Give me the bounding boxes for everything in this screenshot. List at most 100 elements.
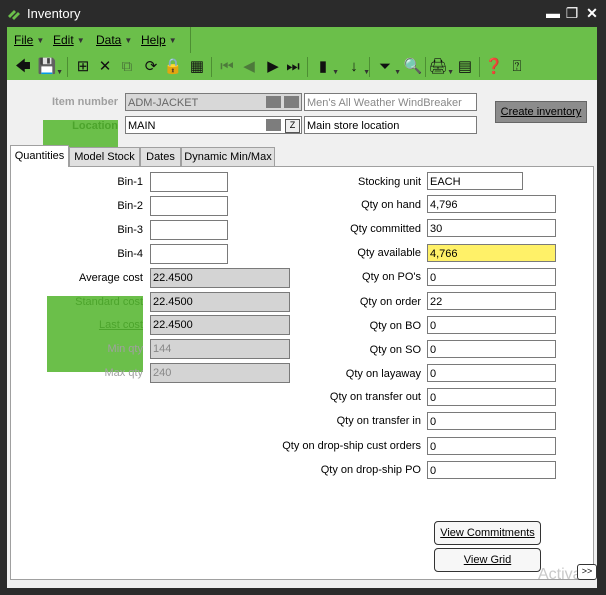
print-button[interactable]: 🖨 ▼ — [428, 57, 454, 77]
create-inventory-label: Create inventory — [500, 106, 582, 118]
next-record-button[interactable]: ▶ — [263, 57, 283, 77]
qty-transfer-in-field: 0 — [427, 412, 556, 430]
view-grid-button[interactable]: View Grid — [434, 548, 541, 572]
menu-file[interactable]: File ▼ — [14, 33, 44, 47]
qty-on-bo-label: Qty on BO — [369, 320, 421, 332]
filter-button[interactable]: ⏷ ▼ — [375, 57, 401, 77]
maximize-button[interactable]: ❐ — [563, 3, 581, 23]
bin2-input[interactable] — [150, 196, 228, 216]
bin4-label: Bin-4 — [117, 248, 143, 260]
stocking-unit-field[interactable]: EACH — [427, 172, 523, 190]
first-record-button[interactable]: ⏮ — [217, 57, 237, 77]
qty-on-pos-label: Qty on PO's — [362, 271, 421, 283]
close-button[interactable]: ✕ — [583, 3, 601, 23]
lookup-icon[interactable] — [266, 119, 281, 131]
app-logo-icon — [8, 10, 20, 20]
qty-committed-label: Qty committed — [350, 223, 421, 235]
activation-watermark: Activa — [538, 566, 582, 583]
copy-button[interactable]: ⧉ — [117, 57, 137, 77]
toolbar: 🡄 💾 ▼ ⊞ ✕ ⧉ ⟳ 🔒 ▦ ⏮ ◀ ▶ ⏭ ▮ ▼ ↓ ▼ ⏷ ▼ 🔍 🖨 ▼ ▤… — [7, 54, 597, 80]
qty-on-order-field: 22 — [427, 292, 556, 310]
save-button[interactable]: 💾 ▼ — [37, 57, 63, 77]
bin4-input[interactable] — [150, 244, 228, 264]
chevron-down-icon: ▼ — [36, 36, 45, 45]
chevron-down-icon: ▼ — [124, 36, 133, 45]
delete-button[interactable]: ✕ — [95, 57, 115, 77]
qty-transfer-in-label: Qty on transfer in — [336, 415, 421, 427]
view-commitments-button[interactable]: View Commitments — [434, 521, 541, 545]
bin3-input[interactable] — [150, 220, 228, 240]
help-icon: ❓ — [484, 58, 504, 75]
item-number-label: Item number — [51, 96, 118, 108]
lookup-icon[interactable] — [266, 96, 281, 108]
close-icon: ✕ — [586, 5, 598, 21]
more-button[interactable]: >> — [577, 564, 597, 580]
bin1-label-text: Bin-1 — [117, 176, 143, 188]
qty-on-hand-field: 4,796 — [427, 195, 556, 213]
bin3-label: Bin-3 — [117, 224, 143, 236]
view-grid-label: View Grid — [463, 554, 512, 566]
inventory-window: Inventory ▬ ❐ ✕ File ▼ Edit ▼ Data ▼ Help ▼ … — [0, 0, 606, 595]
last-record-icon: ⏭ — [286, 58, 300, 75]
next-record-icon: ▶ — [267, 58, 279, 75]
menu-edit-label: Edit — [53, 33, 74, 47]
qty-on-hand-label: Qty on hand — [361, 199, 421, 211]
view-commitments-label: View Commitments — [440, 527, 535, 539]
refresh-icon: ⟳ — [144, 58, 158, 75]
grid-icon: ▦ — [189, 58, 205, 75]
item-number-field[interactable]: ADM-JACKET — [125, 93, 302, 111]
bin1-label: Bin-1 — [67, 176, 143, 188]
grid-button[interactable]: ▦ — [187, 57, 207, 77]
menu-edit[interactable]: Edit ▼ — [53, 33, 85, 47]
add-icon: ⊞ — [76, 58, 90, 75]
item-description-field: Men's All Weather WindBreaker — [304, 93, 477, 111]
bookmark-button[interactable]: ▮ ▼ — [313, 57, 339, 77]
create-inventory-button[interactable]: Create inventory — [495, 101, 587, 123]
location-field[interactable]: MAIN Z — [125, 116, 302, 134]
refresh-button[interactable]: ⟳ — [141, 57, 161, 77]
last-record-button[interactable]: ⏭ — [283, 57, 303, 77]
add-button[interactable]: ⊞ — [73, 57, 93, 77]
qty-on-so-label: Qty on SO — [369, 344, 421, 356]
lock-button[interactable]: 🔒 — [163, 57, 183, 77]
whats-this-icon: ⍰ — [512, 58, 522, 75]
menu-data[interactable]: Data ▼ — [96, 33, 132, 47]
chevron-down-icon: ▼ — [168, 36, 177, 45]
back-button[interactable]: 🡄 — [13, 57, 33, 77]
bin1-input[interactable] — [150, 172, 228, 192]
back-arrow-icon: 🡄 — [15, 58, 31, 75]
qty-committed-field: 30 — [427, 219, 556, 237]
help-button[interactable]: ❓ — [484, 57, 504, 77]
location-value: MAIN — [128, 120, 156, 132]
sort-button[interactable]: ↓ ▼ — [344, 57, 370, 77]
max-qty-label: Max qty — [104, 367, 143, 379]
menu-help[interactable]: Help ▼ — [141, 33, 177, 47]
previous-record-icon: ◀ — [243, 58, 255, 75]
calculator-icon: ▤ — [457, 58, 473, 75]
zoom-icon[interactable]: Z — [285, 119, 300, 133]
sort-icon: ↓ — [350, 58, 358, 75]
content-area: Item number ADM-JACKET Men's All Weather… — [7, 80, 597, 588]
calculator-button[interactable]: ▤ — [455, 57, 475, 77]
chevron-down-icon: ▼ — [76, 36, 85, 45]
lock-icon: 🔒 — [163, 58, 183, 75]
detail-icon[interactable] — [284, 96, 299, 108]
bin2-label: Bin-2 — [117, 200, 143, 212]
save-icon: 💾 — [37, 58, 57, 75]
tab-dates[interactable]: Dates — [140, 147, 181, 166]
qty-available-label: Qty available — [357, 247, 421, 259]
minimize-button[interactable]: ▬ — [544, 3, 562, 23]
tab-quantities[interactable]: Quantities — [10, 145, 69, 167]
tab-dynamic-min-max[interactable]: Dynamic Min/Max — [181, 147, 275, 166]
toolbar-separator — [425, 57, 426, 77]
search-icon: 🔍 — [403, 58, 423, 75]
whats-this-button[interactable]: ⍰ — [507, 57, 527, 77]
search-button[interactable]: 🔍 — [403, 57, 423, 77]
previous-record-button[interactable]: ◀ — [239, 57, 259, 77]
qty-transfer-out-field: 0 — [427, 388, 556, 406]
qty-dropship-cust-field: 0 — [427, 437, 556, 455]
tab-model-stock[interactable]: Model Stock — [69, 147, 140, 166]
average-cost-label: Average cost — [78, 272, 143, 284]
copy-icon: ⧉ — [121, 58, 133, 75]
last-cost-label-text: Last cost — [98, 319, 143, 331]
